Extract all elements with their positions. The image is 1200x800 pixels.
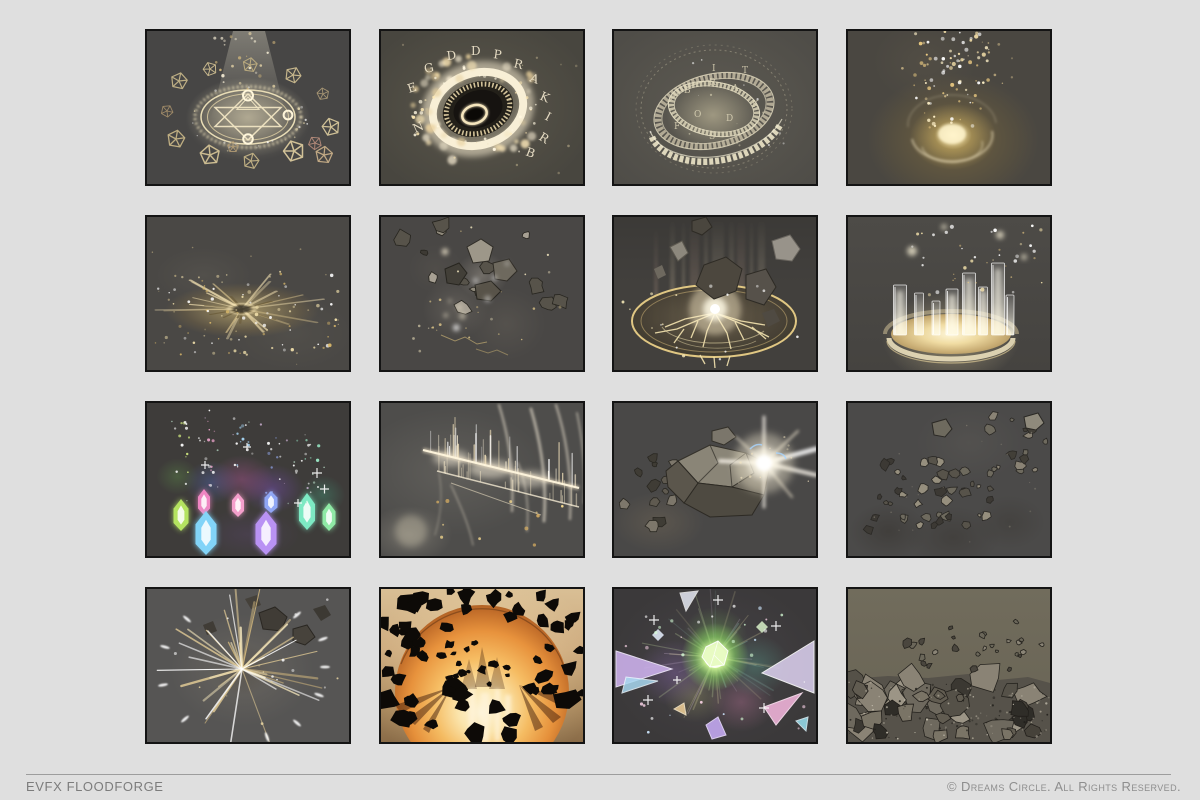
svg-text:P: P — [492, 47, 502, 62]
footer-divider — [26, 774, 1171, 775]
svg-text:D: D — [726, 114, 733, 124]
svg-text:R: R — [536, 130, 552, 147]
svg-text:S: S — [709, 132, 715, 142]
svg-text:B: B — [684, 86, 691, 96]
thumbnail-rubble-wall[interactable] — [846, 587, 1052, 744]
thumbnail-boulder-flash[interactable] — [612, 401, 818, 558]
spark-nova-art — [147, 589, 349, 742]
rainbow-crystals-art — [147, 403, 349, 556]
svg-text:T: T — [742, 66, 748, 76]
copyright-notice: © Dreams Circle. All Rights Reserved. — [947, 779, 1181, 794]
thumbnail-prismatic-burst[interactable] — [612, 587, 818, 744]
svg-text:R: R — [709, 78, 716, 88]
page: { "page": { "background_color": "#dfdfdf… — [0, 0, 1200, 800]
svg-text:I: I — [712, 64, 716, 74]
svg-text:E: E — [405, 80, 418, 96]
rune-ribbon-rings-art: B R A O D K F S I T — [614, 31, 816, 184]
svg-text:K: K — [537, 89, 552, 106]
thumbnail-spark-nova[interactable] — [145, 587, 351, 744]
svg-text:K: K — [752, 100, 759, 110]
svg-text:F: F — [674, 122, 680, 132]
thumbnail-ground-spark-burst[interactable] — [145, 215, 351, 372]
crystal-pillar-ring-art — [848, 217, 1050, 370]
thumbnail-fire-explosion[interactable] — [379, 587, 585, 744]
thumbnail-rock-smoke-blast[interactable] — [379, 215, 585, 372]
ground-spark-burst-art — [147, 217, 349, 370]
thumbnail-shattered-seal-impact[interactable] — [612, 215, 818, 372]
svg-text:D: D — [446, 48, 457, 63]
boulder-flash-art — [614, 403, 816, 556]
fire-explosion-art — [381, 589, 583, 742]
rubble-wall-art — [848, 589, 1050, 742]
light-streak-cascade-art — [381, 403, 583, 556]
svg-text:O: O — [694, 110, 701, 120]
thumbnail-grid: E G D D P R A K I R N B — [145, 29, 1052, 744]
svg-text:G: G — [422, 60, 434, 76]
thumbnail-rainbow-crystals[interactable] — [145, 401, 351, 558]
thumbnail-sparkfall-orb[interactable] — [846, 29, 1052, 186]
svg-text:A: A — [731, 84, 739, 94]
debris-scatter-art — [848, 403, 1050, 556]
thumbnail-light-streak-cascade[interactable] — [379, 401, 585, 558]
shattered-seal-impact-art — [614, 217, 816, 370]
rune-vortex-ring-art: E G D D P R A K I R N B — [381, 31, 583, 184]
rock-smoke-blast-art — [381, 217, 583, 370]
thumbnail-summoning-circle[interactable] — [145, 29, 351, 186]
site-title: EVFX FLOODFORGE — [26, 779, 164, 794]
svg-text:I: I — [542, 109, 553, 124]
summoning-circle-art — [147, 31, 349, 184]
thumbnail-rune-ribbon-rings[interactable]: B R A O D K F S I T — [612, 29, 818, 186]
sparkfall-orb-art — [848, 31, 1050, 184]
prismatic-burst-art — [614, 589, 816, 742]
svg-text:R: R — [512, 56, 525, 72]
thumbnail-crystal-pillar-ring[interactable] — [846, 215, 1052, 372]
thumbnail-debris-scatter[interactable] — [846, 401, 1052, 558]
thumbnail-rune-vortex-ring[interactable]: E G D D P R A K I R N B — [379, 29, 585, 186]
svg-text:D: D — [471, 44, 481, 58]
crystals — [174, 489, 336, 555]
